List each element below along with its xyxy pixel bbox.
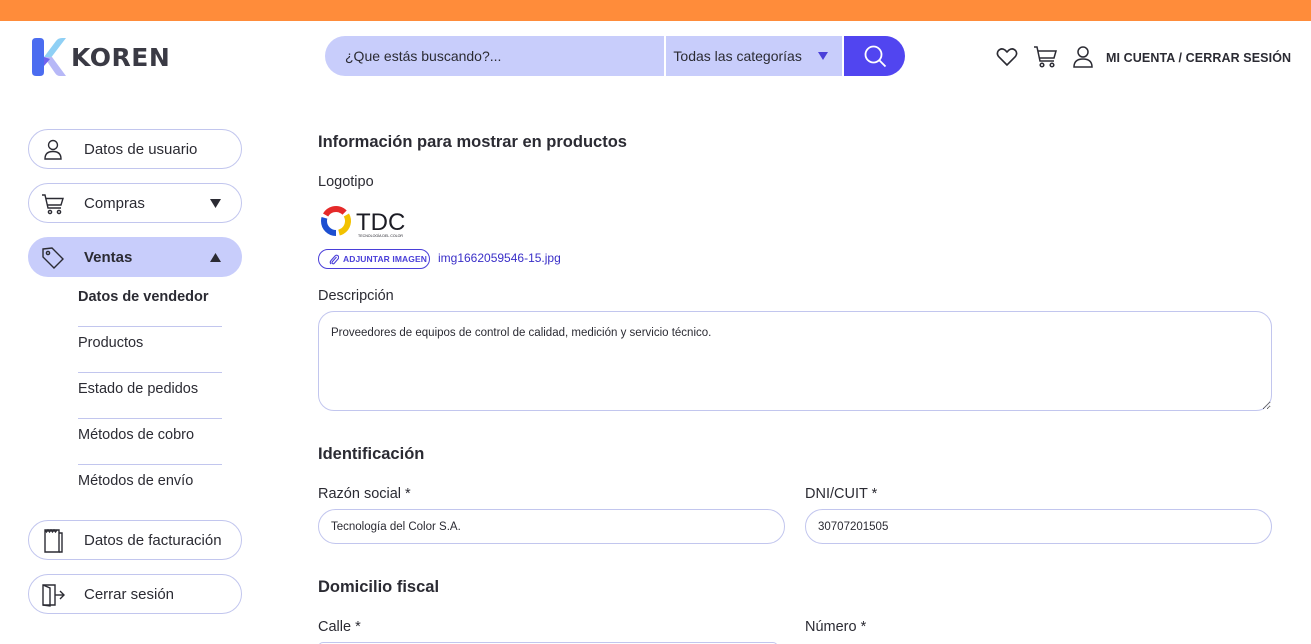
caret-up-icon: [210, 253, 221, 262]
description-label: Descripción: [318, 288, 394, 304]
search-icon: [864, 45, 886, 68]
brand-logo[interactable]: KOREN: [30, 38, 170, 76]
sidebar-item-ventas[interactable]: Ventas: [28, 237, 242, 277]
user-icon: [44, 139, 62, 160]
company-logo-image: TDC TECNOLOGÍA DEL COLOR: [321, 206, 405, 238]
sidebar-subitem-label: Métodos de cobro: [78, 427, 195, 443]
attached-file-name[interactable]: img1662059546-15.jpg: [438, 251, 561, 265]
calle-label: Calle *: [318, 619, 361, 635]
svg-text:TECNOLOGÍA DEL COLOR: TECNOLOGÍA DEL COLOR: [358, 234, 403, 238]
user-icon[interactable]: [1072, 44, 1094, 70]
section-title-domicilio-fiscal: Domicilio fiscal: [318, 578, 440, 596]
category-select[interactable]: Todas las categorías: [666, 36, 843, 76]
sidebar-item-datos-usuario[interactable]: Datos de usuario: [28, 129, 242, 169]
svg-text:TDC: TDC: [356, 209, 405, 236]
caret-down-icon: [818, 52, 829, 60]
dni-cuit-label: DNI/CUIT *: [805, 486, 878, 502]
attach-button-label: ADJUNTAR IMAGEN: [343, 254, 427, 264]
brand-name: KOREN: [71, 42, 171, 72]
tag-icon: [42, 247, 64, 269]
sidebar-subitem-estado-pedidos[interactable]: Estado de pedidos: [78, 373, 222, 419]
sidebar-item-label: Compras: [84, 194, 145, 212]
sidebar-subitem-label: Productos: [78, 335, 144, 351]
sidebar-item-label: Datos de usuario: [84, 140, 198, 158]
sidebar-item-compras[interactable]: Compras: [28, 183, 242, 223]
dni-cuit-input[interactable]: [805, 509, 1272, 544]
logo-label: Logotipo: [318, 174, 374, 190]
sidebar-item-label: Datos de facturación: [84, 531, 222, 549]
razon-social-label: Razón social *: [318, 486, 411, 502]
sidebar-subitem-datos-vendedor[interactable]: Datos de vendedor: [78, 281, 222, 327]
account-logout-link[interactable]: MI CUENTA / CERRAR SESIÓN: [1106, 51, 1291, 65]
search-bar: Todas las categorías: [325, 36, 905, 76]
numero-label: Número *: [805, 619, 867, 635]
sidebar-item-datos-facturacion[interactable]: Datos de facturación: [28, 520, 242, 560]
sidebar-subitem-label: Datos de vendedor: [78, 289, 209, 305]
receipt-icon: [44, 529, 63, 553]
koren-logo-icon: [32, 38, 66, 76]
paperclip-icon: [329, 254, 339, 264]
section-title-product-info: Información para mostrar en productos: [318, 133, 627, 151]
sidebar-subitem-label: Estado de pedidos: [78, 381, 199, 397]
caret-down-icon: [210, 199, 221, 208]
sidebar-item-label: Ventas: [84, 248, 133, 266]
sidebar-subitem-productos[interactable]: Productos: [78, 327, 222, 373]
top-accent-bar: [0, 0, 1311, 21]
category-select-value: Todas las categorías: [673, 48, 802, 64]
logout-icon: [42, 584, 65, 607]
sidebar-item-cerrar-sesion[interactable]: Cerrar sesión: [28, 574, 242, 614]
search-input[interactable]: [325, 36, 665, 76]
heart-icon[interactable]: [996, 44, 1018, 70]
cart-icon: [42, 194, 64, 215]
sidebar-subitem-metodos-cobro[interactable]: Métodos de cobro: [78, 419, 222, 465]
search-button[interactable]: [844, 36, 905, 76]
attach-image-button[interactable]: ADJUNTAR IMAGEN: [318, 249, 430, 269]
cart-icon[interactable]: [1033, 44, 1057, 70]
razon-social-input[interactable]: [318, 509, 785, 544]
sidebar-subitem-label: Métodos de envío: [78, 473, 194, 489]
sidebar-subitem-metodos-envio[interactable]: Métodos de envío: [78, 465, 222, 505]
sidebar-item-label: Cerrar sesión: [84, 585, 175, 603]
description-textarea[interactable]: Proveedores de equipos de control de cal…: [318, 311, 1272, 411]
section-title-identification: Identificación: [318, 445, 425, 463]
